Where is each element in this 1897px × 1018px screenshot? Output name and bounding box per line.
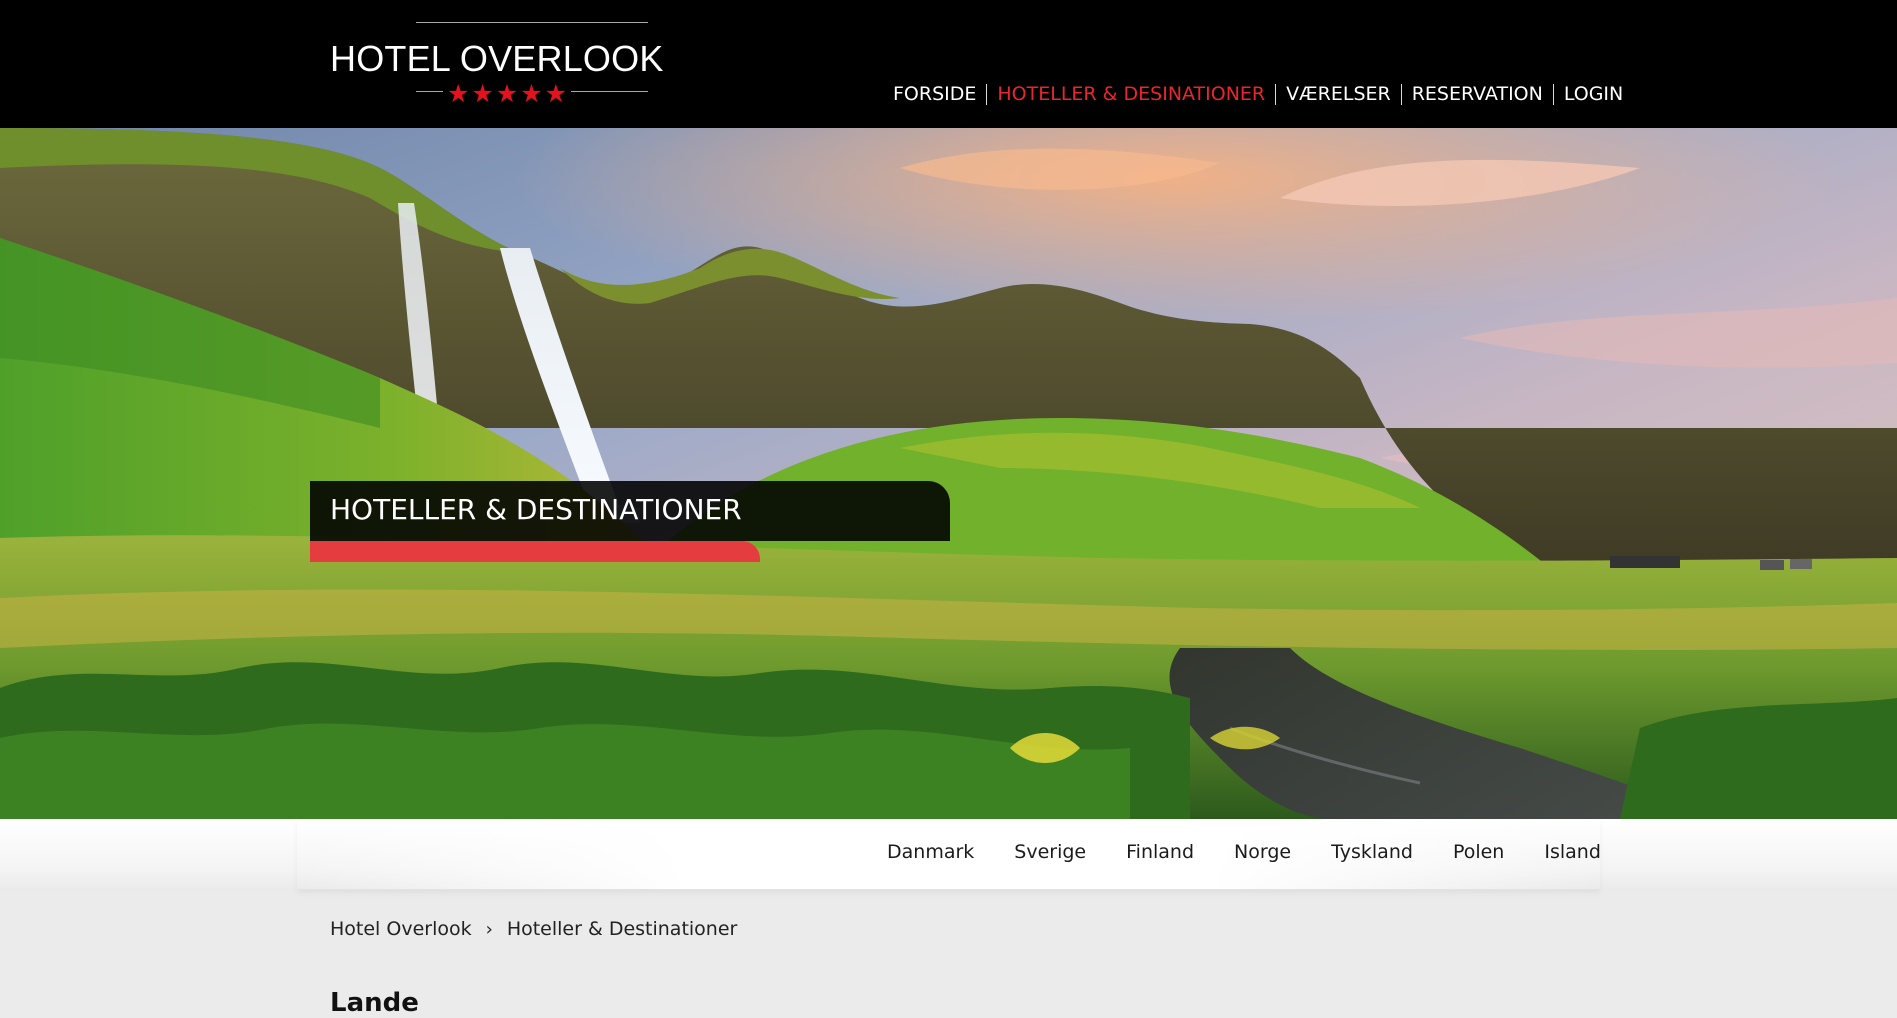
hero-title-tag: HOTELLER & DESTINATIONER bbox=[310, 481, 950, 562]
chevron-right-icon: › bbox=[485, 918, 493, 940]
hotel-logo[interactable]: HOTEL OVERLOOK ★ ★ ★ ★ ★ bbox=[330, 22, 664, 108]
site-header: HOTEL OVERLOOK ★ ★ ★ ★ ★ FORSIDE HOTELLE… bbox=[0, 0, 1897, 128]
country-tyskland[interactable]: Tyskland bbox=[1331, 841, 1413, 863]
nav-forside[interactable]: FORSIDE bbox=[883, 83, 986, 105]
logo-top-rule bbox=[416, 22, 648, 23]
main-nav: FORSIDE HOTELLER & DESINATIONER VÆRELSER… bbox=[883, 79, 1633, 109]
country-nav-panel: Danmark Sverige Finland Norge Tyskland P… bbox=[297, 819, 1601, 890]
nav-hoteller-destinationer[interactable]: HOTELLER & DESINATIONER bbox=[987, 83, 1275, 105]
country-norge[interactable]: Norge bbox=[1234, 841, 1291, 863]
country-nav-bar: Danmark Sverige Finland Norge Tyskland P… bbox=[0, 819, 1897, 891]
breadcrumb-current: Hoteller & Destinationer bbox=[506, 918, 738, 940]
star-icon: ★ bbox=[544, 78, 568, 108]
five-star-rating-icon: ★ ★ ★ ★ ★ bbox=[443, 78, 571, 108]
logo-title: HOTEL OVERLOOK bbox=[330, 38, 664, 79]
country-danmark[interactable]: Danmark bbox=[887, 841, 974, 863]
hero-title: HOTELLER & DESTINATIONER bbox=[330, 493, 742, 526]
nav-vaerelser[interactable]: VÆRELSER bbox=[1276, 83, 1401, 105]
country-finland[interactable]: Finland bbox=[1126, 841, 1194, 863]
country-list: Danmark Sverige Finland Norge Tyskland P… bbox=[887, 841, 1601, 863]
breadcrumb-home-link[interactable]: Hotel Overlook bbox=[330, 918, 472, 940]
breadcrumb: Hotel Overlook › Hoteller & Destinatione… bbox=[330, 918, 737, 940]
nav-reservation[interactable]: RESERVATION bbox=[1402, 83, 1553, 105]
hero-landscape-image bbox=[0, 128, 1897, 819]
hero-title-accent-bar bbox=[310, 541, 760, 562]
country-island[interactable]: Island bbox=[1544, 841, 1601, 863]
country-polen[interactable]: Polen bbox=[1453, 841, 1504, 863]
star-icon: ★ bbox=[520, 78, 543, 108]
hero-banner: HOTELLER & DESTINATIONER bbox=[0, 128, 1897, 819]
section-heading: Lande bbox=[330, 987, 419, 1018]
nav-login[interactable]: LOGIN bbox=[1554, 83, 1633, 105]
star-icon: ★ bbox=[495, 78, 519, 108]
star-icon: ★ bbox=[471, 78, 494, 108]
star-icon: ★ bbox=[446, 78, 470, 108]
country-sverige[interactable]: Sverige bbox=[1014, 841, 1086, 863]
